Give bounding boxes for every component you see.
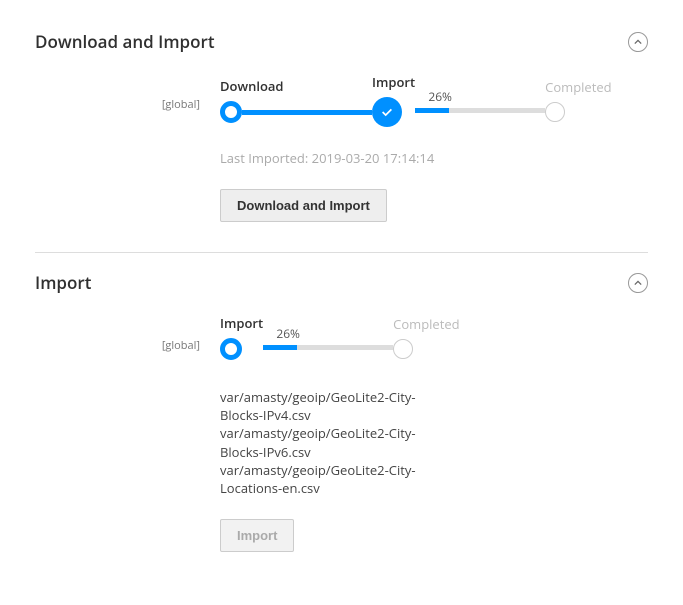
content-body: Import 26% Completed [220, 314, 648, 552]
section-title: Download and Import [35, 30, 215, 53]
progress-stepper: Download Import [220, 73, 648, 127]
file-list: var/amasty/geoip/GeoLite2-City-Blocks-IP… [220, 388, 440, 497]
section-header[interactable]: Import [35, 271, 648, 314]
divider [35, 252, 648, 253]
chevron-up-icon[interactable] [628, 273, 648, 293]
import-section: Import [global] Import 26% [35, 271, 648, 552]
file-path: var/amasty/geoip/GeoLite2-City-Blocks-IP… [220, 424, 440, 460]
section-header[interactable]: Download and Import [35, 30, 648, 73]
step-import-node [220, 338, 242, 360]
step-completed-label: Completed [545, 78, 611, 96]
file-path: var/amasty/geoip/GeoLite2-City-Blocks-IP… [220, 388, 440, 424]
step-import-label: Import [220, 314, 263, 332]
scope-label: [global] [35, 73, 220, 112]
step-download-node [220, 101, 242, 123]
bar-download-import [242, 110, 372, 115]
content-body: Download Import [220, 73, 648, 222]
section-content: [global] Download Import [35, 73, 648, 222]
progress-percent: 26% [263, 325, 313, 343]
chevron-up-icon[interactable] [628, 32, 648, 52]
progress-stepper: Import 26% Completed [220, 314, 648, 360]
file-path: var/amasty/geoip/GeoLite2-City-Locations… [220, 461, 440, 497]
download-and-import-button[interactable]: Download and Import [220, 189, 387, 222]
section-content: [global] Import 26% [35, 314, 648, 552]
last-imported-text: Last Imported: 2019-03-20 17:14:14 [220, 149, 648, 167]
bar-import-completed [263, 345, 393, 350]
bar-import-completed [415, 108, 545, 113]
section-title: Import [35, 271, 91, 294]
step-import-label: Import [372, 73, 415, 91]
download-import-section: Download and Import [global] Download Im… [35, 30, 648, 222]
step-download-label: Download [220, 77, 284, 95]
step-completed-node [545, 102, 565, 122]
step-import-node [372, 97, 402, 127]
import-button[interactable]: Import [220, 519, 294, 552]
progress-percent: 26% [415, 88, 465, 106]
scope-label: [global] [35, 314, 220, 353]
step-completed-label: Completed [393, 315, 459, 333]
step-completed-node [393, 339, 413, 359]
